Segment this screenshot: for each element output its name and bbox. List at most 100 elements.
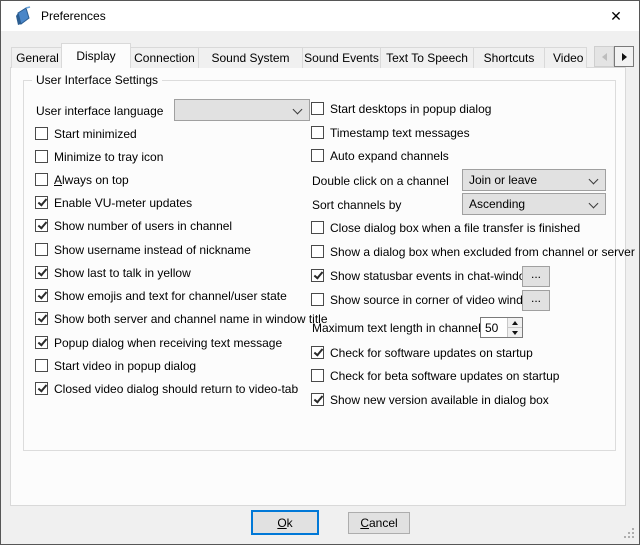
row-video-source-corner[interactable]: Show source in corner of video window (311, 292, 538, 307)
checkbox-label: Show last to talk in yellow (54, 266, 191, 280)
spin-up-button[interactable] (508, 318, 522, 328)
group-title: User Interface Settings (32, 73, 162, 87)
preferences-dialog: Preferences ✕ General Display Connection… (0, 0, 640, 545)
checkbox-close-on-transfer[interactable] (311, 221, 324, 234)
tab-sound-system[interactable]: Sound System (198, 47, 303, 68)
checkbox-beta-updates[interactable] (311, 369, 324, 382)
sort-channels-combobox[interactable]: Ascending (462, 193, 606, 215)
tab-connection[interactable]: Connection (130, 47, 199, 68)
arrow-down-icon (512, 331, 518, 335)
tab-scroll-left-button[interactable] (594, 46, 614, 67)
row-statusbar-events[interactable]: Show statusbar events in chat-window (311, 268, 534, 283)
checkbox-show-user-count[interactable] (35, 219, 48, 232)
close-button[interactable]: ✕ (595, 2, 637, 30)
row-software-updates[interactable]: Check for software updates on startup (311, 345, 533, 360)
row-popup-text-message[interactable]: Popup dialog when receiving text message (35, 335, 282, 350)
title-bar: Preferences ✕ (1, 1, 639, 31)
row-last-to-talk[interactable]: Show last to talk in yellow (35, 265, 191, 280)
checkbox-label: Show username instead of nickname (54, 243, 251, 257)
row-vu-meter[interactable]: Enable VU-meter updates (35, 195, 192, 210)
checkbox-video-popup[interactable] (35, 359, 48, 372)
checkbox-label: Start video in popup dialog (54, 359, 196, 373)
checkbox-timestamp[interactable] (311, 126, 324, 139)
tab-scroll-right-button[interactable] (614, 46, 634, 67)
checkbox-show-username[interactable] (35, 243, 48, 256)
checkbox-vu-meter[interactable] (35, 196, 48, 209)
spin-down-button[interactable] (508, 328, 522, 337)
checkbox-label: Show new version available in dialog box (330, 393, 549, 407)
row-start-minimized[interactable]: Start minimized (35, 126, 137, 141)
ok-button-label: Ok (277, 516, 292, 530)
checkbox-start-desktops[interactable] (311, 102, 324, 115)
checkbox-label: Start minimized (54, 127, 137, 141)
row-show-user-count[interactable]: Show number of users in channel (35, 218, 232, 233)
row-always-on-top[interactable]: Always on top (35, 172, 129, 187)
row-minimize-to-tray[interactable]: Minimize to tray icon (35, 149, 163, 164)
sort-channels-label: Sort channels by (312, 197, 401, 212)
max-text-length-spinbox[interactable]: 50 (480, 317, 523, 338)
checkbox-always-on-top[interactable] (35, 173, 48, 186)
checkbox-auto-expand[interactable] (311, 149, 324, 162)
tab-video[interactable]: Video (544, 47, 587, 68)
cancel-button[interactable]: Cancel (348, 512, 410, 534)
tab-shortcuts[interactable]: Shortcuts (473, 47, 545, 68)
arrow-up-icon (512, 321, 518, 325)
language-label: User interface language (36, 103, 163, 118)
checkbox-minimize-to-tray[interactable] (35, 150, 48, 163)
row-window-title[interactable]: Show both server and channel name in win… (35, 311, 328, 326)
tab-general[interactable]: General (11, 47, 64, 68)
checkbox-window-title[interactable] (35, 312, 48, 325)
language-combobox[interactable] (174, 99, 310, 121)
row-timestamp[interactable]: Timestamp text messages (311, 125, 470, 140)
row-emojis[interactable]: Show emojis and text for channel/user st… (35, 288, 287, 303)
chevron-down-icon (293, 105, 303, 115)
checkbox-label: Show a dialog box when excluded from cha… (330, 245, 635, 259)
checkbox-statusbar-events[interactable] (311, 269, 324, 282)
row-start-desktops[interactable]: Start desktops in popup dialog (311, 101, 491, 116)
checkbox-label: Closed video dialog should return to vid… (54, 382, 298, 396)
checkbox-excluded-dialog[interactable] (311, 245, 324, 258)
checkbox-video-source-corner[interactable] (311, 293, 324, 306)
row-auto-expand[interactable]: Auto expand channels (311, 148, 449, 163)
row-excluded-dialog[interactable]: Show a dialog box when excluded from cha… (311, 244, 635, 259)
double-click-combobox[interactable]: Join or leave (462, 169, 606, 191)
checkbox-label: Show number of users in channel (54, 219, 232, 233)
checkbox-label: Check for beta software updates on start… (330, 369, 559, 383)
checkbox-last-to-talk[interactable] (35, 266, 48, 279)
spinbox-value[interactable]: 50 (481, 318, 507, 337)
row-close-on-transfer[interactable]: Close dialog box when a file transfer is… (311, 220, 580, 235)
checkbox-label: Start desktops in popup dialog (330, 102, 491, 116)
arrow-left-icon (602, 53, 607, 61)
checkbox-label: Show emojis and text for channel/user st… (54, 289, 287, 303)
checkbox-emojis[interactable] (35, 289, 48, 302)
spinbox-buttons (507, 318, 522, 337)
checkbox-new-version-dialog[interactable] (311, 393, 324, 406)
checkbox-popup-text-message[interactable] (35, 336, 48, 349)
checkbox-label: Timestamp text messages (330, 126, 470, 140)
checkbox-label: Always on top (54, 173, 129, 187)
max-text-length-label: Maximum text length in channel list (312, 320, 499, 335)
tab-sound-events[interactable]: Sound Events (302, 47, 381, 68)
row-video-popup[interactable]: Start video in popup dialog (35, 358, 196, 373)
checkbox-label: Popup dialog when receiving text message (54, 336, 282, 350)
tab-display[interactable]: Display (61, 43, 131, 68)
checkbox-label: Show statusbar events in chat-window (330, 269, 534, 283)
resize-grip[interactable] (623, 528, 634, 539)
checkbox-label: Auto expand channels (330, 149, 449, 163)
row-beta-updates[interactable]: Check for beta software updates on start… (311, 368, 559, 383)
double-click-label: Double click on a channel (312, 173, 449, 188)
checkbox-start-minimized[interactable] (35, 127, 48, 140)
row-show-username[interactable]: Show username instead of nickname (35, 242, 251, 257)
row-closed-video[interactable]: Closed video dialog should return to vid… (35, 381, 298, 396)
statusbar-events-more-button[interactable]: ... (522, 266, 550, 287)
video-source-more-button[interactable]: ... (522, 290, 550, 311)
tab-bar: General Display Connection Sound System … (11, 43, 586, 68)
ok-button[interactable]: Ok (251, 510, 319, 535)
checkbox-software-updates[interactable] (311, 346, 324, 359)
row-new-version-dialog[interactable]: Show new version available in dialog box (311, 392, 549, 407)
chevron-down-icon (589, 199, 599, 209)
checkbox-label: Show both server and channel name in win… (54, 312, 328, 326)
checkbox-label: Show source in corner of video window (330, 293, 538, 307)
tab-text-to-speech[interactable]: Text To Speech (380, 47, 474, 68)
checkbox-closed-video[interactable] (35, 382, 48, 395)
